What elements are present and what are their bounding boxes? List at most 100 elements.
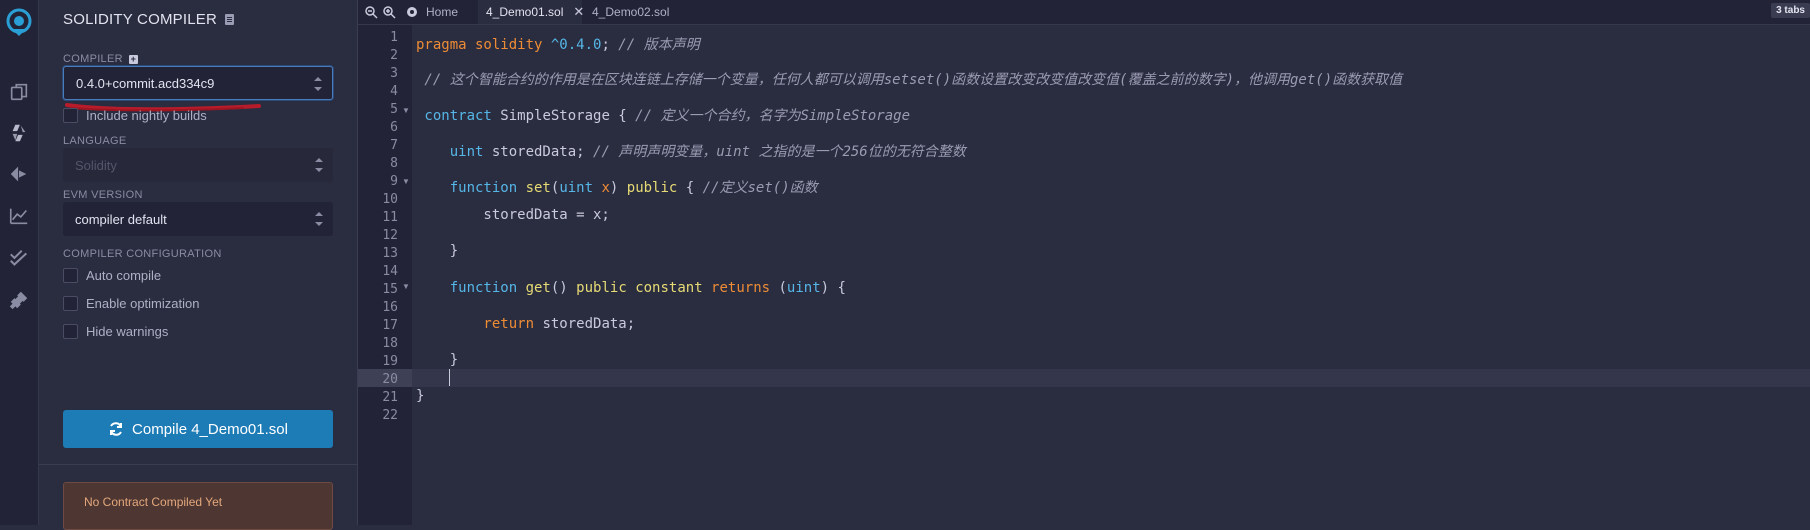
code-token: pragma solidity [416,37,551,53]
line-number: 17 [382,318,398,333]
code-token: ^0.4.0 [550,37,602,53]
line-number: 18 [382,336,398,351]
compiler-label-text: COMPILER [63,53,123,65]
refresh-icon [110,422,123,436]
code-token: { [677,180,703,196]
solidity-compiler-icon[interactable] [5,119,33,147]
code-token: storedData; [491,144,594,160]
home-icon [407,7,417,17]
code-line-5[interactable]: contract SimpleStorage { // 定义一个合约，名字为Si… [416,105,910,125]
select-arrows-icon [315,158,323,172]
line-number: 13 [382,246,398,261]
evm-version-label: EVM VERSION [63,189,143,201]
code-line-17[interactable]: return storedData; [416,316,635,332]
enable-optimization-label: Enable optimization [86,296,200,311]
divider [39,464,357,465]
checkbox-box[interactable] [63,108,78,123]
line-number: 6 [390,120,398,135]
code-line-15[interactable]: function get() public constant returns (… [416,280,846,296]
code-token: get [525,280,551,296]
line-number: 7 [390,138,398,153]
code-line-7[interactable]: uint storedData; // 声明声明变量，uint 之指的是一个25… [416,141,966,161]
code-token: public [576,280,636,296]
code-token: return [416,316,543,332]
code-line-3[interactable]: // 这个智能合约的作用是在区块连链上存储一个变量，任何人都可以调用setset… [416,69,1402,89]
code-token: function [416,280,526,296]
code-token: storedData; [542,316,636,332]
evm-version-select[interactable]: compiler default [63,202,333,236]
compiler-version-value: 0.4.0+commit.acd334c9 [76,75,215,91]
code-token: contract [416,108,501,124]
zoom-out-icon[interactable] [364,5,378,19]
editor-tab-bar: Home 4_Demo01.sol ✕ 4_Demo02.sol 3 tabs [358,0,1810,25]
language-select: Solidity [63,148,333,182]
line-number: 1 [390,30,398,45]
evm-version-value: compiler default [75,211,167,227]
code-token: ; [601,37,619,53]
line-number: 2 [390,48,398,63]
line-number: 15 [382,282,398,297]
checkbox-box[interactable] [63,324,78,339]
line-number: 10 [382,192,398,207]
plugin-manager-icon[interactable] [5,286,33,314]
checkbox-box[interactable] [63,268,78,283]
include-nightly-checkbox[interactable]: Include nightly builds [63,108,207,123]
code-line-1[interactable]: pragma solidity ^0.4.0; // 版本声明 [416,34,700,54]
testing-icon[interactable] [5,244,33,272]
zoom-in-icon[interactable] [382,5,396,19]
text-cursor [449,369,450,386]
checkbox-box[interactable] [63,296,78,311]
enable-optimization-checkbox[interactable]: Enable optimization [63,296,199,311]
deploy-run-icon[interactable] [5,160,33,188]
line-number: 8 [390,156,398,171]
active-line-highlight [358,369,1810,387]
add-compiler-icon[interactable]: + [128,54,138,64]
select-arrows-icon [315,212,323,226]
code-line-13[interactable]: } [416,243,458,259]
tab-file2-label: 4_Demo02.sol [592,5,670,19]
code-token: public [626,180,678,196]
no-contract-alert: No Contract Compiled Yet [63,482,333,530]
line-number: 16 [382,300,398,315]
code-line-9[interactable]: function set(uint x) public { //定义set()函… [416,177,818,197]
code-token: function [416,180,526,196]
line-number: 21 [382,390,398,405]
code-line-19[interactable]: } [416,352,458,368]
compiler-panel: SOLIDITY COMPILER COMPILER + 0.4.0+commit… [39,0,358,530]
documentation-icon[interactable] [225,14,234,25]
panel-title: SOLIDITY COMPILER [63,11,234,28]
remix-logo-icon[interactable] [3,6,35,38]
line-number: 22 [382,408,398,423]
auto-compile-checkbox[interactable]: Auto compile [63,268,161,283]
code-token: x [601,180,610,196]
line-number: 14 [382,264,398,279]
code-line-21[interactable]: } [416,388,424,404]
compiler-version-select[interactable]: 0.4.0+commit.acd334c9 [63,66,333,100]
analysis-icon[interactable] [5,202,33,230]
code-comment: // 这个智能合约的作用是在区块连链上存储一个变量，任何人都可以调用setset… [416,72,1403,88]
file-explorer-icon[interactable] [5,78,33,106]
close-tab-icon[interactable]: ✕ [573,4,584,20]
code-token: ( [770,280,787,296]
line-number: 19 [382,354,398,369]
code-editor: Home 4_Demo01.sol ✕ 4_Demo02.sol 3 tabs … [358,0,1810,525]
code-token: returns [711,280,771,296]
tab-file2[interactable]: 4_Demo02.sol [584,0,677,24]
code-token: set [525,180,551,196]
code-token: ) [609,180,627,196]
hide-warnings-checkbox[interactable]: Hide warnings [63,324,168,339]
tab-file1[interactable]: 4_Demo01.sol ✕ [478,0,584,24]
line-number: 11 [382,210,398,225]
code-comment: // 声明声明变量，uint 之指的是一个256位的无符合整数 [593,144,966,160]
line-number: 5 [390,102,398,117]
tab-home[interactable]: Home [396,0,466,24]
compile-button[interactable]: Compile 4_Demo01.sol [63,410,333,448]
code-token: constant [635,280,712,296]
tab-count-badge[interactable]: 3 tabs [1771,3,1810,18]
code-token: ) { [820,280,846,296]
tab-home-label: Home [426,5,459,19]
code-comment: // 版本声明 [618,37,700,53]
code-line-11[interactable]: storedData = x; [416,207,609,223]
tab-file1-label: 4_Demo01.sol [486,5,564,19]
code-token: SimpleStorage { [500,108,636,124]
